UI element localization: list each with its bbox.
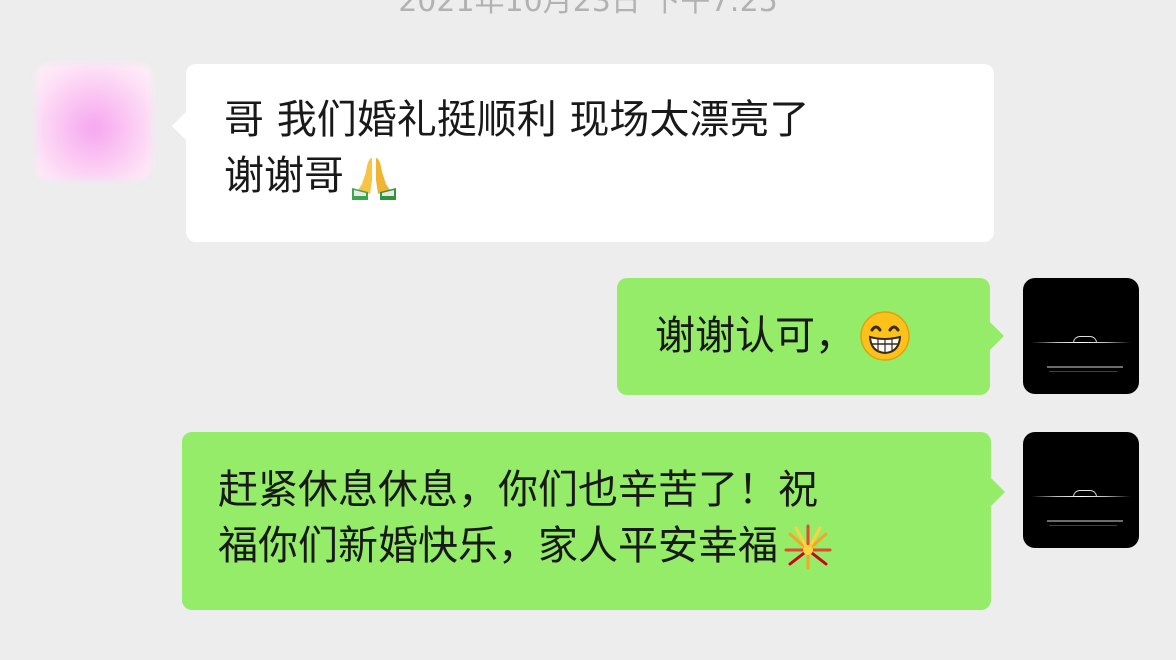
grinning-face-icon <box>860 311 910 361</box>
logo-icon <box>1031 490 1131 500</box>
outgoing-message-bubble[interactable]: 谢谢认可， <box>617 278 1004 395</box>
chat-window: 2021年10月23日 下午7:25 哥 我们婚礼挺顺利 现场太漂亮了 谢谢哥 … <box>0 0 1176 660</box>
message-line: 谢谢认可， <box>655 313 855 359</box>
message-line: 谢谢哥 <box>224 153 344 199</box>
user-avatar[interactable] <box>1023 278 1139 394</box>
message-timestamp: 2021年10月23日 下午7:25 <box>398 0 778 19</box>
message-line-with-emoji: 福你们新婚快乐，家人平安幸福 <box>218 518 991 574</box>
contact-avatar[interactable] <box>36 64 152 180</box>
message-line: 哥 我们婚礼挺顺利 现场太漂亮了 <box>224 97 810 143</box>
incoming-message-bubble[interactable]: 哥 我们婚礼挺顺利 现场太漂亮了 谢谢哥 <box>172 64 994 242</box>
folded-hands-icon <box>352 158 396 200</box>
message-line-with-emoji: 谢谢认可， <box>655 308 990 364</box>
message-line: 福你们新婚快乐，家人平安幸福 <box>218 523 778 569</box>
user-avatar[interactable] <box>1023 432 1139 548</box>
message-line: 赶紧休息休息，你们也辛苦了！祝 <box>218 467 818 513</box>
message-line-with-emoji: 谢谢哥 <box>224 148 958 204</box>
fireworks-icon <box>784 524 832 570</box>
outgoing-message-bubble[interactable]: 赶紧休息休息，你们也辛苦了！祝 福你们新婚快乐，家人平安幸福 <box>182 432 1005 610</box>
logo-icon <box>1031 336 1131 346</box>
